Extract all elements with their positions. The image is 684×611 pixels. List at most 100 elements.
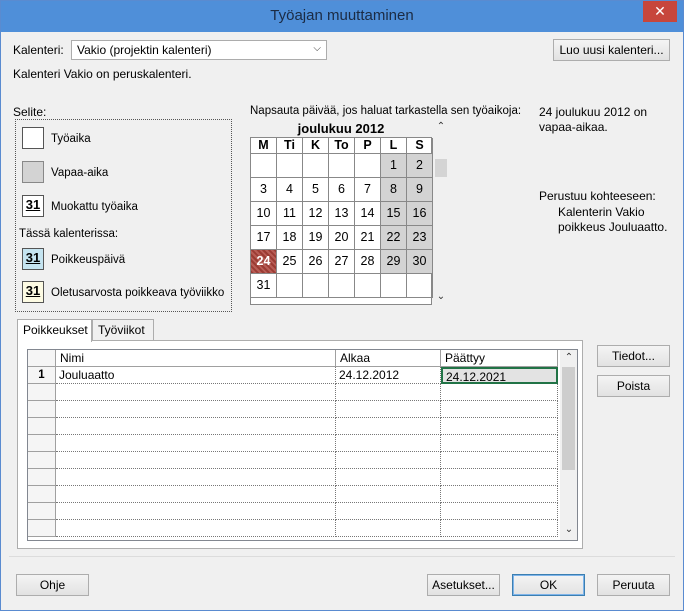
calendar-empty-cell (303, 274, 329, 298)
table-cell[interactable] (56, 503, 336, 520)
table-cell[interactable] (441, 503, 558, 520)
column-header[interactable]: Päättyy (441, 350, 558, 367)
row-header[interactable] (28, 469, 56, 486)
calendar-day[interactable]: 31 (251, 274, 277, 298)
scroll-up-icon[interactable]: ⌃ (562, 352, 576, 366)
row-header[interactable] (28, 401, 56, 418)
table-cell[interactable] (336, 418, 441, 435)
calendar-combo[interactable]: Vakio (projektin kalenteri) ⌵ (71, 40, 327, 60)
calendar-day[interactable]: 9 (407, 178, 433, 202)
calendar-day[interactable]: 28 (355, 250, 381, 274)
column-header[interactable]: Alkaa (336, 350, 441, 367)
table-cell[interactable] (56, 401, 336, 418)
table-cell[interactable] (56, 384, 336, 401)
footer-separator (9, 556, 675, 557)
table-cell[interactable] (441, 469, 558, 486)
weekday-header: Ti (277, 138, 303, 154)
cancel-button[interactable]: Peruuta (597, 574, 670, 596)
table-cell[interactable] (441, 384, 558, 401)
new-calendar-button[interactable]: Luo uusi kalenteri... (553, 39, 670, 61)
calendar-day[interactable]: 8 (381, 178, 407, 202)
table-cell[interactable] (56, 435, 336, 452)
row-header[interactable] (28, 435, 56, 452)
calendar-day[interactable]: 26 (303, 250, 329, 274)
table-cell[interactable] (56, 418, 336, 435)
calendar-day[interactable]: 1 (381, 154, 407, 178)
table-cell[interactable] (441, 452, 558, 469)
calendar-day[interactable]: 15 (381, 202, 407, 226)
table-cell[interactable] (336, 503, 441, 520)
calendar-day[interactable]: 5 (303, 178, 329, 202)
calendar-day[interactable]: 17 (251, 226, 277, 250)
row-header[interactable] (28, 418, 56, 435)
month-scrollbar[interactable]: ⌃ ⌄ (434, 121, 448, 305)
calendar-day[interactable]: 19 (303, 226, 329, 250)
table-cell[interactable] (56, 520, 336, 537)
help-button[interactable]: Ohje (16, 574, 89, 596)
table-cell[interactable] (336, 435, 441, 452)
scroll-down-icon[interactable]: ⌄ (562, 524, 576, 538)
table-scroll-thumb[interactable] (562, 367, 575, 470)
ok-button[interactable]: OK (512, 574, 585, 596)
table-cell[interactable]: 24.12.2012 (336, 367, 441, 384)
calendar-day[interactable]: 6 (329, 178, 355, 202)
tab-exceptions[interactable]: Poikkeukset (17, 319, 92, 342)
details-button[interactable]: Tiedot... (597, 345, 670, 367)
table-cell[interactable] (336, 486, 441, 503)
row-header[interactable] (28, 384, 56, 401)
calendar-day[interactable]: 30 (407, 250, 433, 274)
calendar-day[interactable]: 3 (251, 178, 277, 202)
table-cell[interactable] (336, 384, 441, 401)
legend-working-swatch (22, 127, 44, 149)
calendar-day[interactable]: 27 (329, 250, 355, 274)
calendar-day[interactable]: 12 (303, 202, 329, 226)
table-cell[interactable] (441, 401, 558, 418)
table-cell[interactable] (56, 486, 336, 503)
table-cell[interactable] (56, 469, 336, 486)
row-header[interactable] (28, 520, 56, 537)
calendar-day[interactable]: 18 (277, 226, 303, 250)
table-cell[interactable] (336, 469, 441, 486)
table-cell[interactable]: 24.12.2021 (441, 367, 558, 384)
calendar-day[interactable]: 4 (277, 178, 303, 202)
calendar-empty-cell (355, 154, 381, 178)
scroll-up-icon[interactable]: ⌃ (434, 121, 448, 135)
calendar-day[interactable]: 20 (329, 226, 355, 250)
delete-button[interactable]: Poista (597, 375, 670, 397)
calendar-day[interactable]: 10 (251, 202, 277, 226)
scroll-down-icon[interactable]: ⌄ (434, 291, 448, 305)
calendar-day[interactable]: 7 (355, 178, 381, 202)
calendar-day[interactable]: 21 (355, 226, 381, 250)
calendar-day[interactable]: 22 (381, 226, 407, 250)
month-scroll-thumb[interactable] (435, 159, 447, 177)
calendar-day[interactable]: 13 (329, 202, 355, 226)
table-cell[interactable] (336, 401, 441, 418)
column-header[interactable]: Nimi (56, 350, 336, 367)
table-cell[interactable] (441, 486, 558, 503)
table-cell[interactable] (56, 452, 336, 469)
close-button[interactable]: ✕ (643, 1, 677, 22)
weekday-header: L (381, 138, 407, 154)
calendar-day[interactable]: 25 (277, 250, 303, 274)
table-cell[interactable] (336, 452, 441, 469)
legend-title: Selite: (13, 105, 47, 119)
row-header[interactable] (28, 486, 56, 503)
table-scrollbar[interactable]: ⌃ ⌄ (560, 350, 577, 540)
tab-work-weeks[interactable]: Työviikot (92, 319, 154, 341)
calendar-day[interactable]: 24 (251, 250, 277, 274)
row-header[interactable] (28, 452, 56, 469)
calendar-day[interactable]: 29 (381, 250, 407, 274)
calendar-day[interactable]: 11 (277, 202, 303, 226)
row-header[interactable]: 1 (28, 367, 56, 384)
calendar-day[interactable]: 2 (407, 154, 433, 178)
calendar-day[interactable]: 16 (407, 202, 433, 226)
row-header[interactable] (28, 503, 56, 520)
calendar-day[interactable]: 14 (355, 202, 381, 226)
table-cell[interactable] (441, 435, 558, 452)
table-cell[interactable] (441, 520, 558, 537)
calendar-day[interactable]: 23 (407, 226, 433, 250)
table-cell[interactable] (441, 418, 558, 435)
table-cell[interactable] (336, 520, 441, 537)
table-cell[interactable]: Jouluaatto (56, 367, 336, 384)
options-button[interactable]: Asetukset... (427, 574, 500, 596)
